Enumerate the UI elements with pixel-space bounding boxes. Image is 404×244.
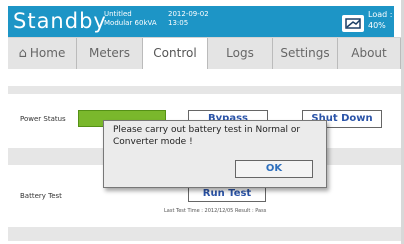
tab-control-label: Control: [153, 46, 197, 60]
load-label: Load :: [368, 10, 393, 19]
ok-button[interactable]: OK: [235, 160, 313, 178]
screen: Standby Untitled Modular 60kVA 2012-09-0…: [0, 0, 404, 244]
alert-dialog: Please carry out battery test in Normal …: [103, 120, 327, 188]
home-icon: ⌂: [18, 46, 27, 61]
load-indicator: Load : 40%: [368, 9, 392, 31]
main-tabs: ⌂ Home Meters Control Logs Settings About: [8, 37, 401, 70]
dialog-message: Please carry out battery test in Normal …: [113, 125, 301, 147]
power-status-label: Power Status: [20, 115, 66, 123]
tab-home[interactable]: ⌂ Home: [8, 38, 77, 69]
section-divider: [8, 227, 401, 241]
load-value: 40%: [368, 21, 386, 30]
tab-meters-label: Meters: [88, 46, 130, 60]
tab-about-label: About: [351, 46, 387, 60]
device-model: Untitled Modular 60kVA: [104, 10, 157, 28]
tab-control[interactable]: Control: [143, 38, 208, 69]
tab-settings[interactable]: Settings: [273, 38, 338, 69]
date-text: 2012-09-02: [168, 10, 209, 18]
device-name: Untitled: [104, 10, 132, 18]
tab-logs[interactable]: Logs: [208, 38, 273, 69]
system-status-title: Standby: [13, 9, 107, 33]
ups-status-icon[interactable]: [342, 15, 364, 32]
tab-settings-label: Settings: [280, 46, 330, 60]
tab-about[interactable]: About: [338, 38, 401, 69]
device-capacity: Modular 60kVA: [104, 19, 157, 27]
tab-logs-label: Logs: [226, 46, 254, 60]
section-divider: [8, 86, 401, 94]
date-time: 2012-09-02 13:05: [168, 10, 209, 28]
battery-test-label: Battery Test: [20, 192, 62, 200]
tab-meters[interactable]: Meters: [77, 38, 143, 69]
run-test-button[interactable]: Run Test: [188, 186, 266, 202]
status-header: Standby Untitled Modular 60kVA 2012-09-0…: [8, 6, 394, 37]
time-text: 13:05: [168, 19, 189, 27]
tab-home-label: Home: [29, 46, 66, 60]
last-test-info: Last Test Time : 2012/12/05 Result : Pas…: [164, 208, 267, 214]
